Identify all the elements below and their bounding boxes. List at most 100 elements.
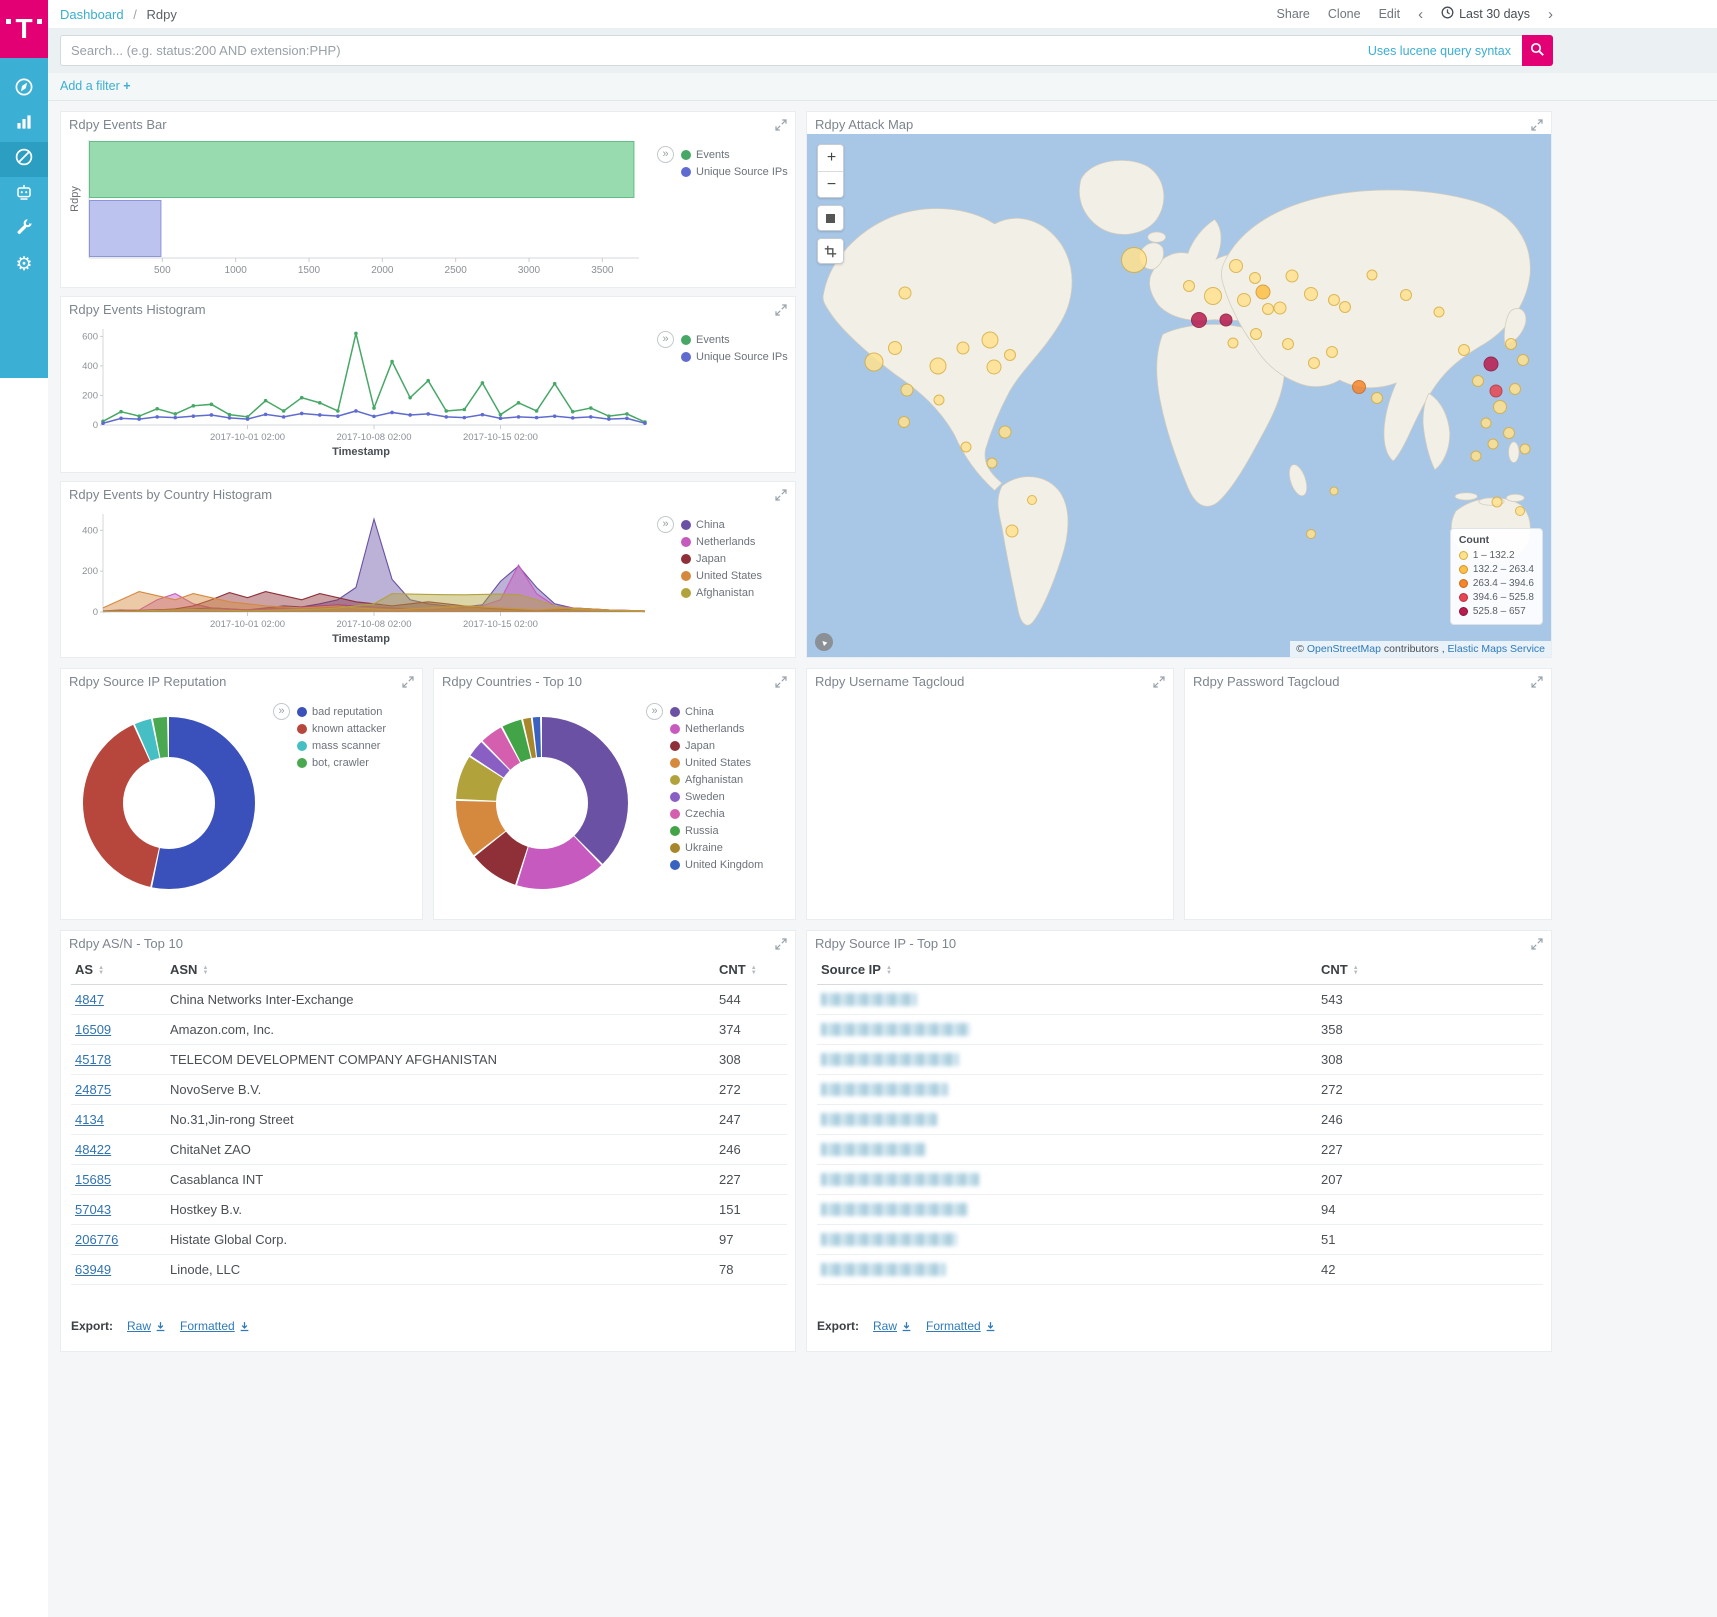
legend-item[interactable]: known attacker <box>297 720 386 737</box>
redacted-source-ip <box>821 993 917 1006</box>
legend-item[interactable]: China <box>681 516 762 533</box>
legend-item[interactable]: Afghanistan <box>681 584 762 601</box>
edit-button[interactable]: Edit <box>1379 7 1401 21</box>
time-next-button[interactable]: › <box>1548 6 1553 23</box>
plus-icon: + <box>123 79 130 93</box>
expand-panel-button[interactable] <box>775 938 787 950</box>
legend-item[interactable]: Czechia <box>670 805 763 822</box>
as-link[interactable]: 63949 <box>75 1262 111 1277</box>
redacted-source-ip <box>821 1113 937 1126</box>
expand-panel-button[interactable] <box>775 119 787 131</box>
expand-panel-button[interactable] <box>1153 676 1165 688</box>
sidebar-item-timelion[interactable] <box>0 177 48 212</box>
count-cell: 247 <box>715 1105 787 1135</box>
expand-panel-button[interactable] <box>1531 119 1543 131</box>
panel-title: Rdpy AS/N - Top 10 <box>69 936 183 951</box>
as-link[interactable]: 4134 <box>75 1112 104 1127</box>
search-button[interactable] <box>1522 35 1553 66</box>
column-header-as[interactable]: AS▲▼ <box>71 955 166 985</box>
export-formatted-link[interactable]: Formatted <box>180 1319 250 1333</box>
legend-item[interactable]: China <box>670 703 763 720</box>
lucene-syntax-link[interactable]: Uses lucene query syntax <box>1368 44 1511 58</box>
attack-map[interactable]: + − ▲ © OpenStreetMap contributors , Ela… <box>807 134 1551 657</box>
legend-item[interactable]: mass scanner <box>297 737 386 754</box>
sort-icon: ▲▼ <box>1353 966 1359 976</box>
as-link[interactable]: 57043 <box>75 1202 111 1217</box>
legend-item[interactable]: bot, crawler <box>297 754 386 771</box>
legend-toggle-button[interactable]: » <box>646 703 663 720</box>
legend-label: United Kingdom <box>685 859 763 871</box>
legend-item[interactable]: Afghanistan <box>670 771 763 788</box>
panel-source-ip-top10: Rdpy Source IP - Top 10 Source IP▲▼CNT▲▼… <box>806 930 1552 1352</box>
legend-color-dot <box>681 167 691 177</box>
as-link[interactable]: 206776 <box>75 1232 118 1247</box>
export-formatted-link[interactable]: Formatted <box>926 1319 996 1333</box>
as-link[interactable]: 15685 <box>75 1172 111 1187</box>
column-header-asn[interactable]: ASN▲▼ <box>166 955 715 985</box>
as-link[interactable]: 24875 <box>75 1082 111 1097</box>
as-link[interactable]: 45178 <box>75 1052 111 1067</box>
sidebar-item-visualize[interactable] <box>0 107 48 142</box>
time-range-picker[interactable]: Last 30 days <box>1441 6 1530 22</box>
export-raw-link[interactable]: Raw <box>873 1319 912 1333</box>
share-button[interactable]: Share <box>1277 7 1310 21</box>
legend-item[interactable]: Unique Source IPs <box>681 348 788 365</box>
search-input[interactable] <box>60 35 1522 66</box>
expand-panel-button[interactable] <box>1531 938 1543 950</box>
legend-item[interactable]: United Kingdom <box>670 856 763 873</box>
legend-item[interactable]: Events <box>681 331 788 348</box>
sidebar-item-discover[interactable] <box>0 72 48 107</box>
telekom-logo[interactable]: T <box>0 0 48 58</box>
legend-item[interactable]: United States <box>681 567 762 584</box>
breadcrumb-dashboard-link[interactable]: Dashboard <box>60 7 124 22</box>
openstreetmap-link[interactable]: OpenStreetMap <box>1307 643 1381 655</box>
legend-item[interactable]: Russia <box>670 822 763 839</box>
legend-item[interactable]: Ukraine <box>670 839 763 856</box>
sidebar-item-management[interactable]: ⚙ <box>0 247 48 282</box>
attribution-toggle-button[interactable]: ▲ <box>815 633 833 651</box>
legend-item[interactable]: United States <box>670 754 763 771</box>
attack-count-bubble <box>998 426 1011 439</box>
sidebar-item-dashboard[interactable] <box>0 142 48 177</box>
export-raw-link[interactable]: Raw <box>127 1319 166 1333</box>
expand-panel-button[interactable] <box>1531 676 1543 688</box>
add-filter-link[interactable]: Add a filter + <box>60 79 131 93</box>
column-header-cnt[interactable]: CNT▲▼ <box>1317 955 1543 985</box>
time-prev-button[interactable]: ‹ <box>1418 6 1423 23</box>
legend-item[interactable]: Japan <box>681 550 762 567</box>
elastic-maps-link[interactable]: Elastic Maps Service <box>1448 643 1545 655</box>
column-header-cnt[interactable]: CNT▲▼ <box>715 955 787 985</box>
attack-count-bubble <box>1262 303 1274 315</box>
legend-toggle-button[interactable]: » <box>657 146 674 163</box>
query-bar: Uses lucene query syntax <box>48 28 1717 73</box>
legend-item[interactable]: Japan <box>670 737 763 754</box>
count-cell: 246 <box>715 1135 787 1165</box>
table-row: 308 <box>817 1045 1543 1075</box>
attack-count-bubble <box>1487 438 1498 449</box>
draw-filter-button[interactable] <box>817 238 844 264</box>
legend-item[interactable]: Netherlands <box>670 720 763 737</box>
expand-panel-button[interactable] <box>775 304 787 316</box>
legend-item[interactable]: Unique Source IPs <box>681 163 788 180</box>
legend-toggle-button[interactable]: » <box>657 331 674 348</box>
as-link[interactable]: 16509 <box>75 1022 111 1037</box>
map-controls: + − <box>817 144 844 264</box>
zoom-in-button[interactable]: + <box>818 145 844 171</box>
app-nav: ⚙ <box>0 58 48 378</box>
legend-toggle-button[interactable]: » <box>273 703 290 720</box>
sidebar-item-dev-tools[interactable] <box>0 212 48 247</box>
as-link[interactable]: 4847 <box>75 992 104 1007</box>
column-header-source-ip[interactable]: Source IP▲▼ <box>817 955 1317 985</box>
legend-item[interactable]: Netherlands <box>681 533 762 550</box>
legend-item[interactable]: Sweden <box>670 788 763 805</box>
expand-panel-button[interactable] <box>775 676 787 688</box>
legend-item[interactable]: bad reputation <box>297 703 386 720</box>
clone-button[interactable]: Clone <box>1328 7 1361 21</box>
expand-panel-button[interactable] <box>775 489 787 501</box>
legend-toggle-button[interactable]: » <box>657 516 674 533</box>
as-link[interactable]: 48422 <box>75 1142 111 1157</box>
expand-panel-button[interactable] <box>402 676 414 688</box>
legend-item[interactable]: Events <box>681 146 788 163</box>
zoom-out-button[interactable]: − <box>818 171 844 197</box>
fit-bounds-button[interactable] <box>817 205 844 231</box>
